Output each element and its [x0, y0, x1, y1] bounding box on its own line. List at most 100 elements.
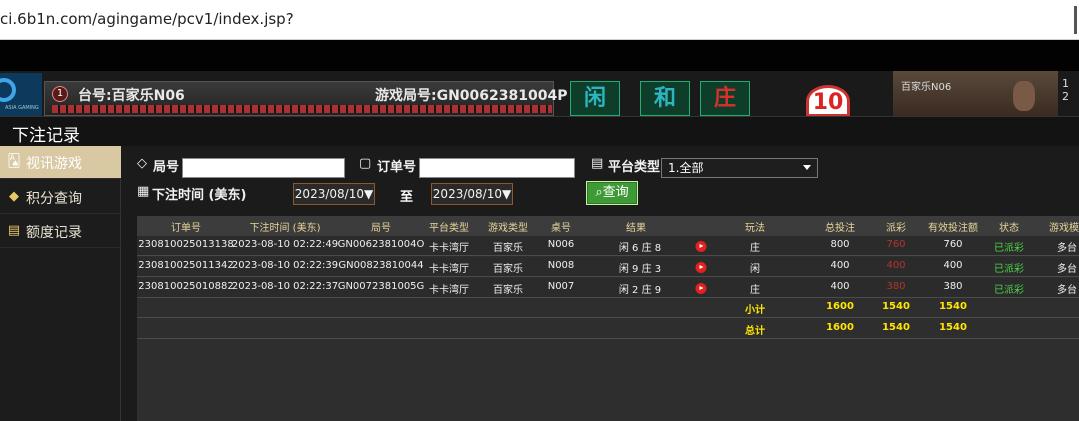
- table-preview[interactable]: 百家乐N06: [893, 71, 1058, 116]
- sidebar-item-label: 积分查询: [26, 191, 82, 207]
- to-label: 至: [400, 190, 414, 205]
- order-input[interactable]: [419, 158, 575, 178]
- col-order: 订单号: [171, 223, 201, 234]
- table-row[interactable]: 230810025011342 2023-08-10 02:22:39 GN00…: [137, 257, 1079, 277]
- cell-mode: 多台: [1057, 264, 1077, 275]
- preview-label: 百家乐N06: [901, 82, 952, 93]
- cell-order: 230810025013138: [138, 239, 234, 250]
- platform-select[interactable]: 1.全部: [661, 158, 818, 178]
- cell-time: 2023-08-10 02:22:49: [231, 239, 339, 250]
- time-label: 下注时间 (美东): [152, 188, 247, 203]
- cell-mode: 多台: [1057, 243, 1077, 254]
- date-to-picker[interactable]: 2023/08/10▼: [431, 183, 513, 205]
- bet-records-table: 订单号 下注时间 (美东) 局号 平台类型 游戏类型 桌号 结果 玩法 总投注 …: [137, 216, 1079, 421]
- game-header: ASIA GAMING 1 台号:百家乐N06 游戏局号:GN006238100…: [0, 71, 1079, 117]
- subtotal-row: 小计 1600 1540 1540: [137, 298, 1079, 318]
- bet-player-button[interactable]: 闲: [570, 81, 620, 116]
- cell-platform: 卡卡湾厅: [429, 285, 469, 296]
- subtotal-total: 1600: [826, 301, 854, 312]
- preview-pager[interactable]: 1 2: [1062, 77, 1079, 103]
- platform-label: 平台类型: [608, 160, 661, 175]
- table-header: 订单号 下注时间 (美东) 局号 平台类型 游戏类型 桌号 结果 玩法 总投注 …: [137, 216, 1079, 236]
- cell-play: 庄: [750, 285, 760, 296]
- bet-banker-button[interactable]: 庄: [700, 81, 750, 116]
- sidebar: 🂡 视讯游戏 ◆ 积分查询 ▤ 额度记录: [0, 146, 121, 421]
- browser-address-bar[interactable]: ci.6b1n.com/agingame/pcv1/index.jsp?: [0, 0, 1079, 40]
- query-label: 查询: [602, 185, 629, 200]
- col-payout: 派彩: [886, 223, 906, 234]
- subtotal-valid: 1540: [939, 301, 967, 312]
- cell-order: 230810025011342: [138, 260, 234, 271]
- cell-time: 2023-08-10 02:22:39: [231, 260, 339, 271]
- subtotal-label: 小计: [745, 305, 765, 316]
- logo-icon: ASIA GAMING: [0, 73, 42, 116]
- calendar-icon: ▦: [137, 184, 150, 199]
- sidebar-item-label: 额度记录: [26, 225, 82, 241]
- col-round: 局号: [371, 223, 391, 234]
- sidebar-item-label: 视讯游戏: [26, 156, 82, 172]
- modal-title: 下注记录: [12, 126, 80, 146]
- table-name: 台号:百家乐N06: [78, 88, 185, 104]
- cell-valid: 380: [943, 281, 963, 292]
- cell-payout: 400: [886, 260, 906, 271]
- col-game: 游戏类型: [488, 223, 528, 234]
- sidebar-item-points-query[interactable]: ◆ 积分查询: [0, 181, 121, 214]
- cards-icon: 🂡: [7, 154, 21, 169]
- round-input[interactable]: [182, 158, 345, 178]
- order-label: 订单号: [377, 160, 417, 175]
- date-from-picker[interactable]: 2023/08/10▼: [293, 183, 375, 205]
- grand-total-total: 1600: [826, 322, 854, 333]
- list-icon: ▤: [591, 156, 604, 171]
- cell-play: 闲: [750, 264, 760, 275]
- grand-total-payout: 1540: [882, 322, 910, 333]
- cell-result: 闲 2 庄 9: [618, 285, 662, 296]
- grand-total-valid: 1540: [939, 322, 967, 333]
- address-url[interactable]: ci.6b1n.com/agingame/pcv1/index.jsp?: [0, 10, 294, 28]
- cell-round: GN0072381005G: [337, 281, 425, 292]
- diamond-icon: ◆: [9, 189, 19, 204]
- table-row[interactable]: 230810025010882 2023-08-10 02:22:37 GN00…: [137, 278, 1079, 298]
- cell-time: 2023-08-10 02:22:37: [231, 281, 339, 292]
- play-video-icon[interactable]: [695, 283, 707, 294]
- col-platform: 平台类型: [429, 223, 469, 234]
- cell-payout: 760: [886, 239, 906, 250]
- round-id: 游戏局号:GN0062381004P: [375, 88, 568, 104]
- table-row[interactable]: 230810025013138 2023-08-10 02:22:49 GN00…: [137, 236, 1079, 256]
- col-play: 玩法: [745, 223, 765, 234]
- col-time: 下注时间 (美东): [249, 223, 321, 234]
- cell-table: N006: [547, 239, 575, 250]
- grand-total-label: 总计: [745, 326, 765, 337]
- sidebar-item-live-games[interactable]: 🂡 视讯游戏: [0, 146, 121, 179]
- bet-tie-button[interactable]: 和: [640, 81, 690, 116]
- col-total: 总投注: [825, 223, 855, 234]
- cell-valid: 760: [943, 239, 963, 250]
- subtotal-payout: 1540: [882, 301, 910, 312]
- cell-total: 800: [830, 239, 850, 250]
- roadmap-strip: [52, 105, 552, 113]
- play-video-icon[interactable]: [695, 241, 707, 252]
- cell-status: 已派彩: [994, 243, 1024, 254]
- play-video-icon[interactable]: [695, 262, 707, 273]
- col-mode: 游戏模: [1049, 223, 1079, 234]
- cell-result: 闲 9 庄 3: [618, 264, 662, 275]
- dealer-image: [1013, 81, 1035, 111]
- cell-status: 已派彩: [994, 285, 1024, 296]
- cell-platform: 卡卡湾厅: [429, 264, 469, 275]
- chevron-down-icon: [803, 165, 811, 170]
- modal-header: 下注记录: [0, 116, 1079, 146]
- clipboard-icon: ▢: [359, 156, 372, 171]
- scrollbar-thumb[interactable]: [1074, 6, 1077, 34]
- cell-valid: 400: [943, 260, 963, 271]
- col-status: 状态: [999, 223, 1019, 234]
- col-valid: 有效投注额: [928, 223, 978, 234]
- cell-table: N008: [547, 260, 575, 271]
- grand-total-row: 总计 1600 1540 1540: [137, 319, 1079, 339]
- cell-result: 闲 6 庄 8: [618, 243, 662, 254]
- cell-play: 庄: [750, 243, 760, 254]
- countdown-timer: 10: [806, 85, 850, 117]
- cell-round: GN0062381004O: [337, 239, 425, 250]
- col-result: 结果: [626, 223, 646, 234]
- sidebar-item-credit-records[interactable]: ▤ 额度记录: [0, 215, 121, 248]
- query-button[interactable]: ⌕查询: [586, 181, 638, 205]
- cell-game: 百家乐: [493, 243, 523, 254]
